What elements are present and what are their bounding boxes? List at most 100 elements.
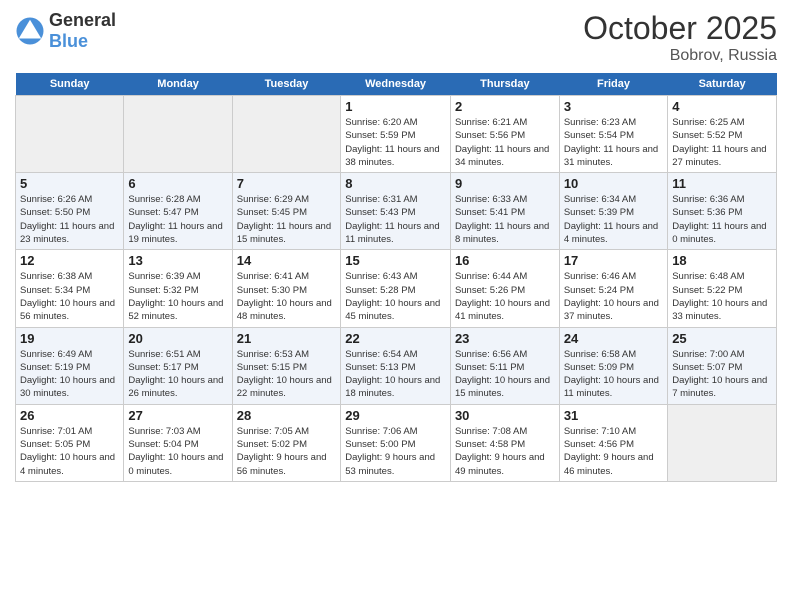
day-number: 17 [564, 253, 663, 268]
table-row: 29 Sunrise: 7:06 AMSunset: 5:00 PMDayligh… [341, 404, 451, 481]
logo-general-text: General [49, 10, 116, 31]
day-number: 11 [672, 176, 772, 191]
table-row: 16 Sunrise: 6:44 AMSunset: 5:26 PMDayligh… [450, 250, 559, 327]
header-thursday: Thursday [450, 73, 559, 96]
day-number: 30 [455, 408, 555, 423]
header-wednesday: Wednesday [341, 73, 451, 96]
header: General Blue October 2025 Bobrov, Russia [15, 10, 777, 65]
day-info: Sunrise: 7:08 AMSunset: 4:58 PMDaylight:… [455, 425, 555, 478]
table-row: 30 Sunrise: 7:08 AMSunset: 4:58 PMDayligh… [450, 404, 559, 481]
day-number: 29 [345, 408, 446, 423]
day-number: 6 [128, 176, 227, 191]
day-info: Sunrise: 6:46 AMSunset: 5:24 PMDaylight:… [564, 270, 663, 323]
calendar-week-row: 26 Sunrise: 7:01 AMSunset: 5:05 PMDayligh… [16, 404, 777, 481]
day-info: Sunrise: 6:56 AMSunset: 5:11 PMDaylight:… [455, 348, 555, 401]
table-row: 31Sunrise: 7:10 AMSunset: 4:56 PMDayligh… [559, 404, 667, 481]
table-row: 27 Sunrise: 7:03 AMSunset: 5:04 PMDayligh… [124, 404, 232, 481]
day-info: Sunrise: 6:43 AMSunset: 5:28 PMDaylight:… [345, 270, 446, 323]
table-row: 28 Sunrise: 7:05 AMSunset: 5:02 PMDayligh… [232, 404, 341, 481]
day-info: Sunrise: 7:00 AMSunset: 5:07 PMDaylight:… [672, 348, 772, 401]
table-row: 26 Sunrise: 7:01 AMSunset: 5:05 PMDayligh… [16, 404, 124, 481]
table-row: 15 Sunrise: 6:43 AMSunset: 5:28 PMDayligh… [341, 250, 451, 327]
day-info: Sunrise: 6:29 AMSunset: 5:45 PMDaylight:… [237, 193, 337, 246]
day-number: 18 [672, 253, 772, 268]
calendar-week-row: 19 Sunrise: 6:49 AMSunset: 5:19 PMDayligh… [16, 327, 777, 404]
day-info: Sunrise: 6:54 AMSunset: 5:13 PMDaylight:… [345, 348, 446, 401]
day-number: 8 [345, 176, 446, 191]
table-row: 20 Sunrise: 6:51 AMSunset: 5:17 PMDayligh… [124, 327, 232, 404]
table-row: 3 Sunrise: 6:23 AMSunset: 5:54 PMDaylight… [559, 96, 667, 173]
day-info: Sunrise: 7:05 AMSunset: 5:02 PMDaylight:… [237, 425, 337, 478]
day-number: 1 [345, 99, 446, 114]
logo: General Blue [15, 10, 116, 52]
day-number: 5 [20, 176, 119, 191]
table-row: 18 Sunrise: 6:48 AMSunset: 5:22 PMDayligh… [668, 250, 777, 327]
day-number: 19 [20, 331, 119, 346]
day-number: 25 [672, 331, 772, 346]
day-number: 20 [128, 331, 227, 346]
day-info: Sunrise: 7:10 AMSunset: 4:56 PMDaylight:… [564, 425, 663, 478]
day-number: 4 [672, 99, 772, 114]
logo-blue-text: Blue [49, 31, 116, 52]
table-row: 8 Sunrise: 6:31 AMSunset: 5:43 PMDaylight… [341, 173, 451, 250]
header-friday: Friday [559, 73, 667, 96]
day-info: Sunrise: 6:38 AMSunset: 5:34 PMDaylight:… [20, 270, 119, 323]
day-info: Sunrise: 6:58 AMSunset: 5:09 PMDaylight:… [564, 348, 663, 401]
day-info: Sunrise: 6:28 AMSunset: 5:47 PMDaylight:… [128, 193, 227, 246]
day-number: 16 [455, 253, 555, 268]
header-monday: Monday [124, 73, 232, 96]
day-info: Sunrise: 6:49 AMSunset: 5:19 PMDaylight:… [20, 348, 119, 401]
table-row: 19 Sunrise: 6:49 AMSunset: 5:19 PMDayligh… [16, 327, 124, 404]
day-info: Sunrise: 6:53 AMSunset: 5:15 PMDaylight:… [237, 348, 337, 401]
day-number: 28 [237, 408, 337, 423]
table-row: 21Sunrise: 6:53 AMSunset: 5:15 PMDayligh… [232, 327, 341, 404]
day-number: 23 [455, 331, 555, 346]
table-row: 9Sunrise: 6:33 AMSunset: 5:41 PMDaylight… [450, 173, 559, 250]
day-number: 12 [20, 253, 119, 268]
day-number: 15 [345, 253, 446, 268]
page-container: General Blue October 2025 Bobrov, Russia… [0, 0, 792, 492]
table-row: 6 Sunrise: 6:28 AMSunset: 5:47 PMDaylight… [124, 173, 232, 250]
day-number: 7 [237, 176, 337, 191]
day-info: Sunrise: 7:06 AMSunset: 5:00 PMDaylight:… [345, 425, 446, 478]
day-info: Sunrise: 6:34 AMSunset: 5:39 PMDaylight:… [564, 193, 663, 246]
table-row: 5 Sunrise: 6:26 AMSunset: 5:50 PMDaylight… [16, 173, 124, 250]
day-number: 27 [128, 408, 227, 423]
table-row: 1 Sunrise: 6:20 AMSunset: 5:59 PMDaylight… [341, 96, 451, 173]
day-number: 22 [345, 331, 446, 346]
logo-icon [15, 16, 45, 46]
day-info: Sunrise: 7:01 AMSunset: 5:05 PMDaylight:… [20, 425, 119, 478]
day-info: Sunrise: 6:36 AMSunset: 5:36 PMDaylight:… [672, 193, 772, 246]
day-number: 14 [237, 253, 337, 268]
calendar-table: Sunday Monday Tuesday Wednesday Thursday… [15, 73, 777, 482]
day-info: Sunrise: 6:21 AMSunset: 5:56 PMDaylight:… [455, 116, 555, 169]
day-info: Sunrise: 6:33 AMSunset: 5:41 PMDaylight:… [455, 193, 555, 246]
day-number: 13 [128, 253, 227, 268]
table-row: 22 Sunrise: 6:54 AMSunset: 5:13 PMDayligh… [341, 327, 451, 404]
day-info: Sunrise: 6:20 AMSunset: 5:59 PMDaylight:… [345, 116, 446, 169]
calendar-week-row: 12 Sunrise: 6:38 AMSunset: 5:34 PMDayligh… [16, 250, 777, 327]
table-row: 2 Sunrise: 6:21 AMSunset: 5:56 PMDaylight… [450, 96, 559, 173]
day-info: Sunrise: 6:26 AMSunset: 5:50 PMDaylight:… [20, 193, 119, 246]
day-number: 24 [564, 331, 663, 346]
table-row: 13 Sunrise: 6:39 AMSunset: 5:32 PMDayligh… [124, 250, 232, 327]
day-info: Sunrise: 6:39 AMSunset: 5:32 PMDaylight:… [128, 270, 227, 323]
day-info: Sunrise: 7:03 AMSunset: 5:04 PMDaylight:… [128, 425, 227, 478]
table-row: 12 Sunrise: 6:38 AMSunset: 5:34 PMDayligh… [16, 250, 124, 327]
day-number: 3 [564, 99, 663, 114]
day-info: Sunrise: 6:23 AMSunset: 5:54 PMDaylight:… [564, 116, 663, 169]
header-saturday: Saturday [668, 73, 777, 96]
header-tuesday: Tuesday [232, 73, 341, 96]
table-row [124, 96, 232, 173]
table-row: 11 Sunrise: 6:36 AMSunset: 5:36 PMDayligh… [668, 173, 777, 250]
day-info: Sunrise: 6:31 AMSunset: 5:43 PMDaylight:… [345, 193, 446, 246]
title-area: October 2025 Bobrov, Russia [583, 10, 777, 65]
day-number: 2 [455, 99, 555, 114]
day-info: Sunrise: 6:48 AMSunset: 5:22 PMDaylight:… [672, 270, 772, 323]
day-number: 26 [20, 408, 119, 423]
day-info: Sunrise: 6:51 AMSunset: 5:17 PMDaylight:… [128, 348, 227, 401]
day-info: Sunrise: 6:41 AMSunset: 5:30 PMDaylight:… [237, 270, 337, 323]
day-info: Sunrise: 6:44 AMSunset: 5:26 PMDaylight:… [455, 270, 555, 323]
table-row: 10Sunrise: 6:34 AMSunset: 5:39 PMDayligh… [559, 173, 667, 250]
month-title: October 2025 [583, 10, 777, 47]
